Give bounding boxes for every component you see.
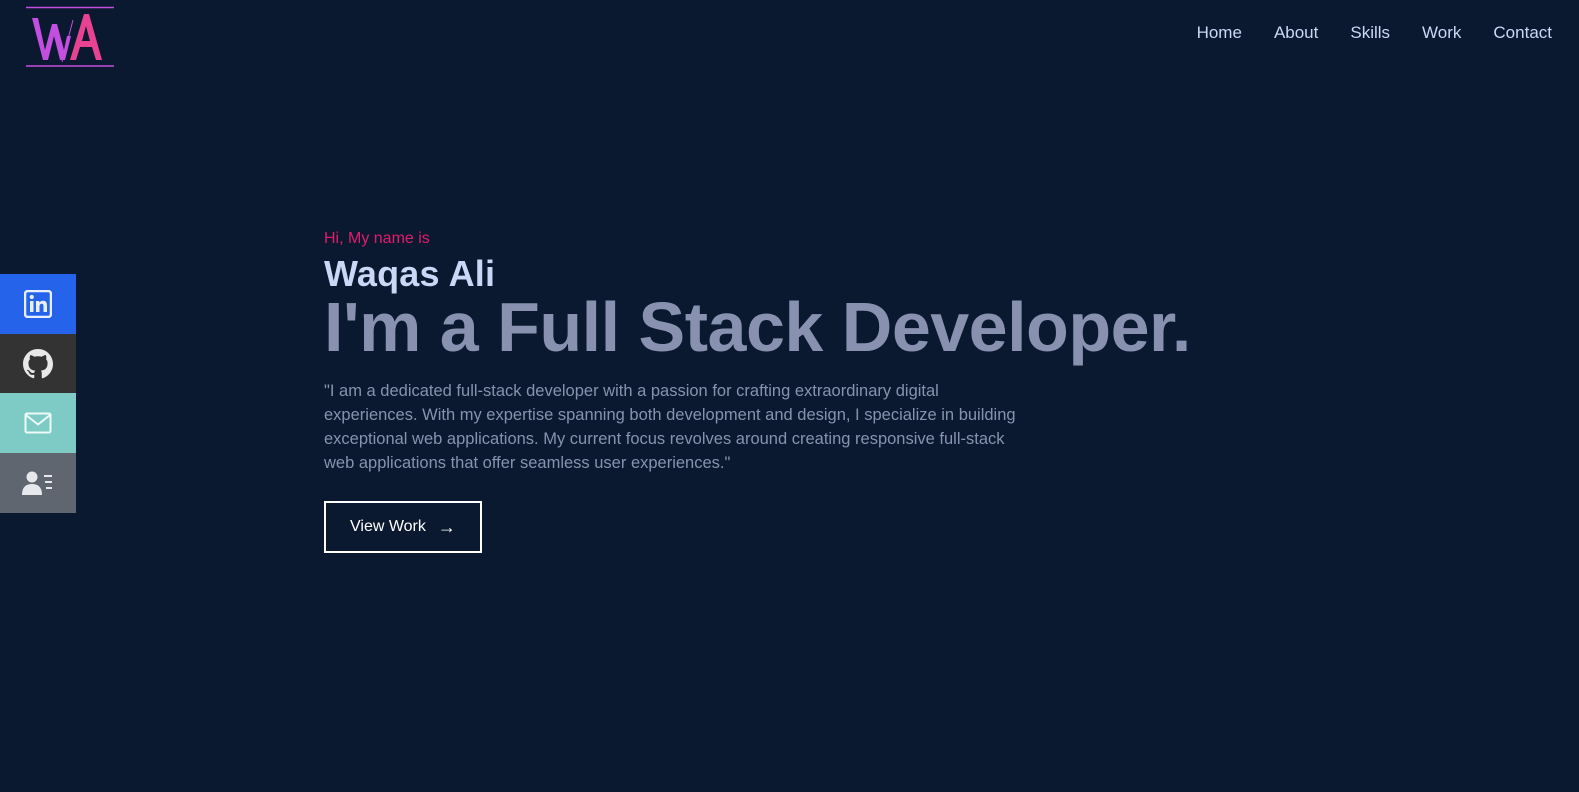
social-sidebar [0, 274, 76, 513]
linkedin-link[interactable] [0, 274, 76, 334]
intro-text: Hi, My name is [324, 230, 430, 247]
nav-about[interactable]: About [1274, 22, 1318, 44]
mail-icon [24, 412, 52, 434]
linkedin-icon [24, 290, 52, 318]
email-link[interactable] [0, 393, 76, 453]
headline: I'm a Full Stack Developer. [324, 288, 1191, 366]
resume-link[interactable] [0, 453, 76, 513]
page: Home About Skills Work Contact Hi, My na… [0, 0, 1579, 792]
view-work-label: View Work [350, 518, 426, 535]
site-logo[interactable] [26, 6, 116, 68]
main-nav: Home About Skills Work Contact [1197, 22, 1552, 44]
nav-skills[interactable]: Skills [1350, 22, 1390, 44]
arrow-right-icon: → [437, 517, 456, 537]
hero-section: Hi, My name is Waqas Ali I'm a Full Stac… [324, 228, 1191, 553]
github-icon [23, 348, 53, 378]
description: "I am a dedicated full-stack developer w… [324, 382, 1016, 472]
nav-home[interactable]: Home [1197, 22, 1242, 44]
wa-logo-icon [26, 6, 114, 67]
view-work-button[interactable]: View Work → [324, 501, 482, 553]
contact-card-icon [22, 471, 52, 495]
github-link[interactable] [0, 334, 76, 393]
nav-work[interactable]: Work [1422, 22, 1461, 44]
nav-contact[interactable]: Contact [1493, 22, 1552, 44]
